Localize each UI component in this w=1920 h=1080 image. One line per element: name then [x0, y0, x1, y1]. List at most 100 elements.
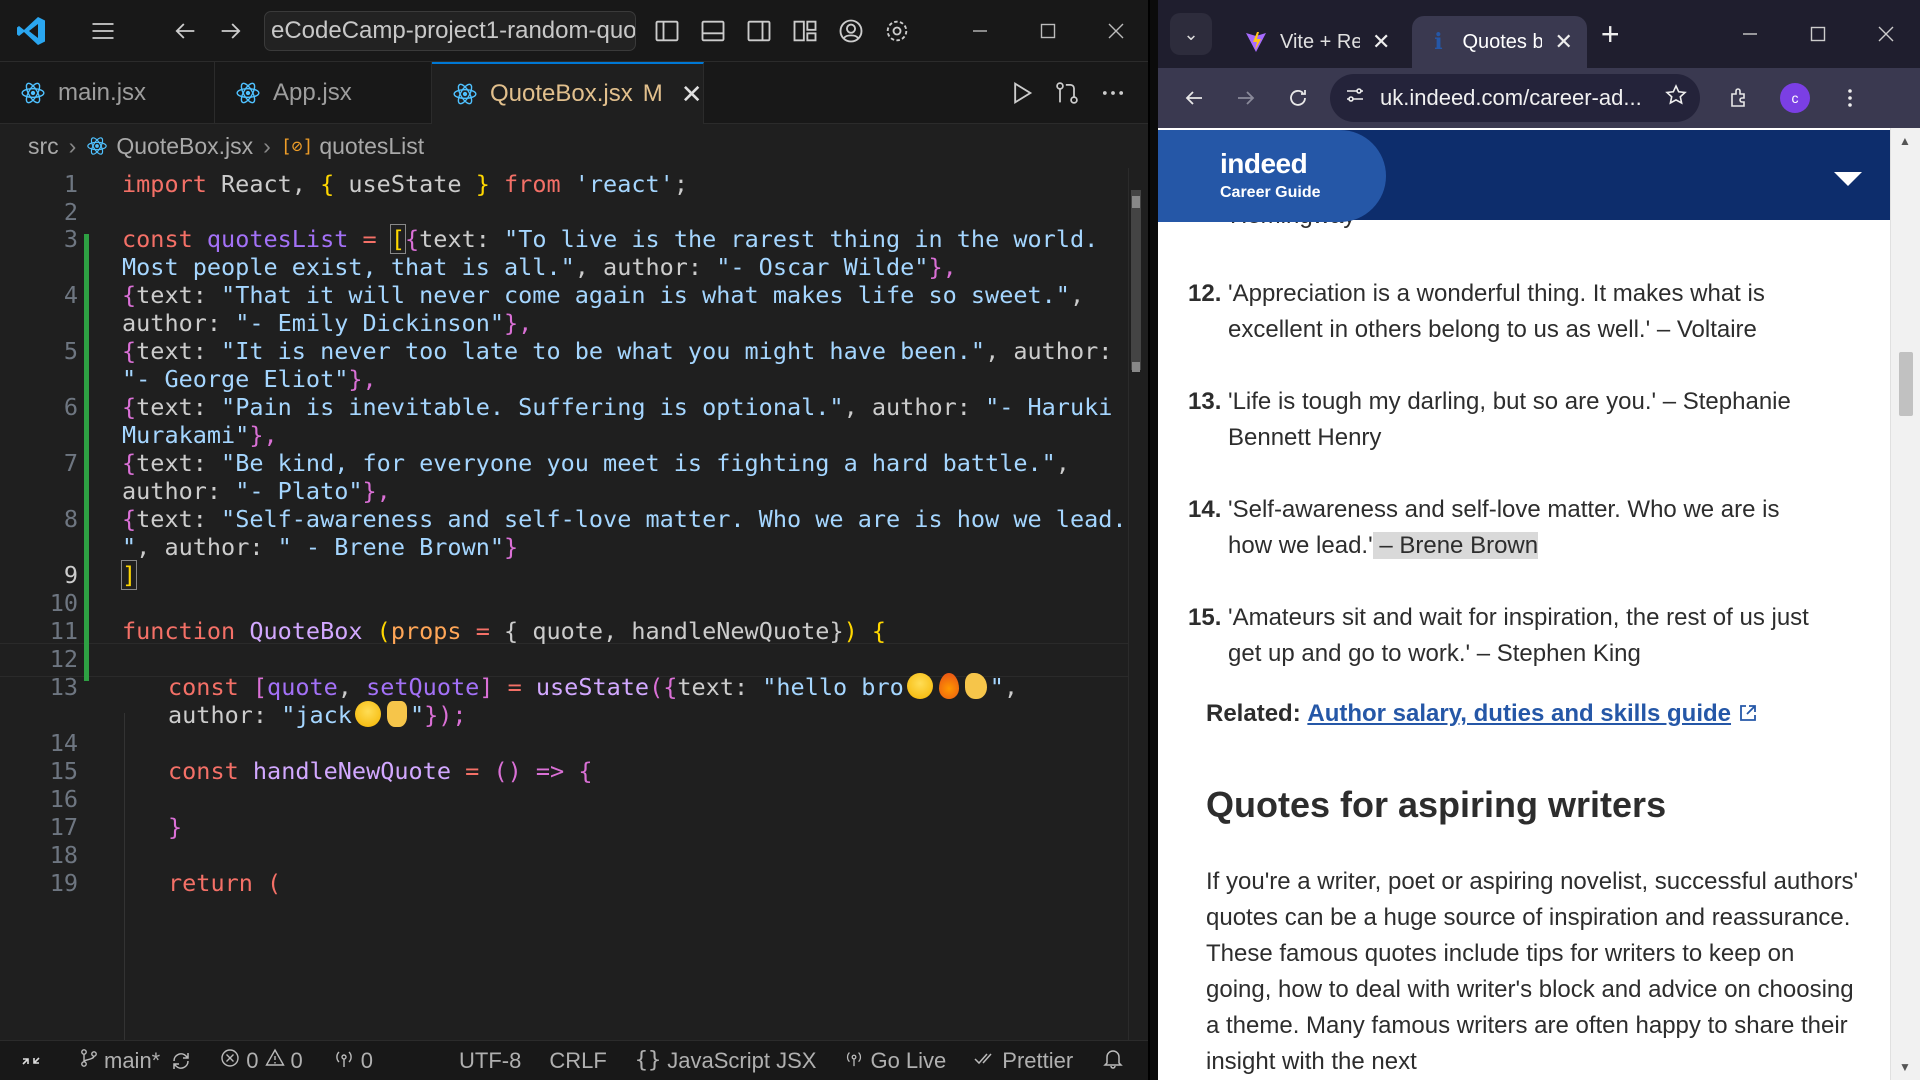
scrollbar-marker [1132, 196, 1140, 208]
line-number: 10 [49, 589, 78, 617]
tab-quotebox-jsx[interactable]: QuoteBox.jsx M ✕ [432, 62, 704, 124]
close-tab-icon[interactable]: ✕ [1554, 29, 1572, 55]
scrollbar-marker [1132, 362, 1140, 372]
line-number: 1 [63, 170, 78, 198]
kebab-menu-icon[interactable] [1824, 72, 1876, 124]
notifications-bell-icon[interactable] [1102, 1047, 1124, 1075]
encoding-indicator[interactable]: UTF-8 [459, 1048, 521, 1074]
command-center-search[interactable]: eCodeCamp-project1-random-quote-n [264, 10, 636, 51]
vscode-window: eCodeCamp-project1-random-quote-n [0, 0, 1150, 1080]
code-line-13: const [quote, setQuote] = useState({text… [168, 673, 1019, 701]
react-icon [452, 81, 478, 107]
list-item: 13. 'Life is tough my darling, but so ar… [1188, 388, 1791, 451]
tab-main-jsx[interactable]: main.jsx [0, 62, 215, 124]
forward-arrow-icon[interactable] [1220, 72, 1272, 124]
accounts-icon[interactable] [828, 8, 874, 54]
scrollbar-thumb[interactable] [1131, 190, 1141, 370]
code-line-8: {text: "Self-awareness and self-love mat… [122, 505, 1127, 533]
toggle-panel-icon[interactable] [690, 8, 736, 54]
editor-scrollbar[interactable] [1128, 168, 1142, 1040]
tab-label: App.jsx [273, 79, 352, 106]
reload-icon[interactable] [1272, 72, 1324, 124]
browser-tab-quotes[interactable]: i Quotes b ✕ [1412, 16, 1587, 68]
list-item: 14. 'Self-awareness and self-love matter… [1188, 496, 1780, 559]
breadcrumb-folder[interactable]: src [28, 133, 59, 160]
chevron-right-icon: › [263, 132, 271, 159]
language-mode[interactable]: {} JavaScript JSX [635, 1048, 817, 1074]
back-arrow-icon[interactable] [1168, 72, 1220, 124]
ports-indicator[interactable]: 0 [333, 1048, 373, 1074]
tab-app-jsx[interactable]: App.jsx [215, 62, 432, 124]
menu-icon[interactable] [80, 8, 126, 54]
extensions-puzzle-icon[interactable] [1714, 72, 1766, 124]
related-link-row: Related: Author salary, duties and skill… [1206, 700, 1758, 728]
code-line-19: return ( [168, 869, 282, 897]
close-tab-icon[interactable]: ✕ [1372, 29, 1390, 55]
git-branch[interactable]: main* [80, 1048, 160, 1074]
career-guide-label: Career Guide [1220, 184, 1321, 201]
line-number: 12 [49, 645, 78, 673]
scroll-down-arrow-icon[interactable]: ▼ [1899, 1060, 1911, 1074]
eol-indicator[interactable]: CRLF [549, 1048, 606, 1074]
chevron-right-icon: › [68, 132, 77, 159]
close-window-icon[interactable] [1082, 0, 1148, 62]
toggle-primary-sidebar-icon[interactable] [644, 8, 690, 54]
related-article-link[interactable]: Author salary, duties and skills guide [1307, 700, 1731, 727]
breadcrumb-file[interactable]: QuoteBox.jsx [116, 133, 253, 160]
sync-icon[interactable] [170, 1050, 192, 1072]
new-tab-plus-icon[interactable]: + [1601, 16, 1620, 53]
run-play-icon[interactable] [998, 70, 1044, 116]
remote-indicator-icon[interactable] [0, 1040, 62, 1080]
broadcast-icon [333, 1048, 355, 1074]
code-line-7-wrap: author: "- Plato"}, [122, 477, 391, 505]
browser-tab-vite[interactable]: Vite + Rea ✕ [1230, 16, 1404, 68]
vscode-titlebar: eCodeCamp-project1-random-quote-n [0, 0, 1148, 62]
line-number: 13 [49, 673, 78, 701]
minimize-icon[interactable] [1716, 0, 1784, 68]
list-item: 15. 'Amateurs sit and wait for inspirati… [1188, 604, 1809, 667]
indeed-wordmark: indeed [1220, 148, 1308, 179]
line-number: 11 [49, 617, 78, 645]
toggle-secondary-sidebar-icon[interactable] [736, 8, 782, 54]
text-selection-highlight: – Brene Brown [1372, 532, 1539, 559]
address-bar[interactable]: uk.indeed.com/career-ad... [1330, 74, 1700, 122]
minimize-icon[interactable] [946, 0, 1014, 62]
back-arrow-icon[interactable] [162, 8, 208, 54]
profile-avatar[interactable]: c [1780, 83, 1810, 113]
code-line-11: function QuoteBox (props = { quote, hand… [122, 617, 887, 645]
code-line-13-wrap: author: "jack "}); [168, 701, 467, 729]
line-number: 18 [49, 841, 78, 869]
line-number: 3 [63, 225, 78, 253]
scrollbar-thumb[interactable] [1899, 352, 1913, 416]
vscode-logo-icon [0, 0, 62, 62]
breadcrumb-symbol[interactable]: quotesList [319, 133, 424, 160]
status-bar: main* 0 0 0 UTF-8 CRLF {} JavaScript JSX… [0, 1040, 1148, 1080]
modified-indicator: M [642, 80, 663, 107]
browser-toolbar: uk.indeed.com/career-ad... c [1158, 68, 1920, 128]
maximize-icon[interactable] [1784, 0, 1852, 68]
forward-arrow-icon[interactable] [208, 8, 254, 54]
tab-search-chevron-icon[interactable]: ⌄ [1170, 13, 1212, 55]
browser-tabstrip: ⌄ Vite + Rea ✕ i Quotes b ✕ + [1158, 0, 1920, 68]
code-line-15: const handleNewQuote = () => { [168, 757, 593, 785]
menu-caret-down-icon[interactable] [1834, 172, 1862, 186]
gutter-change-marker [84, 234, 89, 681]
indeed-logo[interactable]: indeed Career Guide [1158, 130, 1386, 222]
maximize-icon[interactable] [1014, 0, 1082, 62]
thumbs-up-emoji-icon [386, 701, 407, 727]
site-settings-icon[interactable] [1344, 84, 1366, 112]
open-changes-icon[interactable] [1044, 70, 1090, 116]
go-live-button[interactable]: Go Live [844, 1048, 946, 1074]
settings-gear-icon[interactable] [874, 8, 920, 54]
scroll-up-arrow-icon[interactable]: ▲ [1899, 134, 1911, 148]
bookmark-star-icon[interactable] [1664, 83, 1688, 113]
code-editor[interactable]: 1 2 3 4 5 6 7 8 9 10 11 12 13 14 15 16 17 18 19 import Rea… [0, 168, 1148, 1040]
prettier-indicator[interactable]: Prettier [974, 1048, 1073, 1074]
customize-layout-icon[interactable] [782, 8, 828, 54]
close-tab-icon[interactable]: ✕ [681, 79, 703, 110]
close-window-icon[interactable] [1852, 0, 1920, 68]
page-scrollbar[interactable]: ▲ ▼ [1890, 128, 1920, 1080]
code-line-4: {text: "That it will never come again is… [122, 281, 1085, 309]
problems-indicator[interactable]: 0 0 [220, 1048, 303, 1074]
more-actions-icon[interactable] [1090, 70, 1136, 116]
